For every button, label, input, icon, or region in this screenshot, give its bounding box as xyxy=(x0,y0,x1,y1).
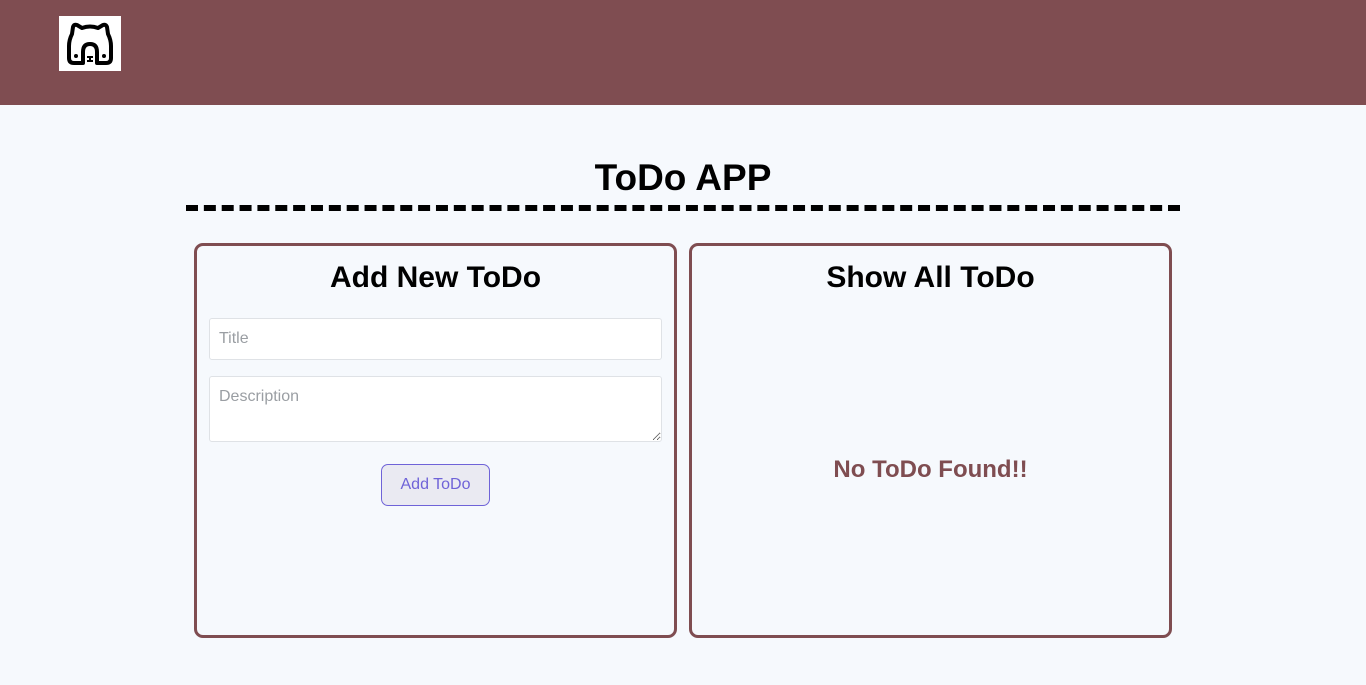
add-todo-panel: Add New ToDo Add ToDo xyxy=(194,243,677,638)
add-todo-heading: Add New ToDo xyxy=(329,261,542,294)
page-title: ToDo APP xyxy=(594,157,772,198)
show-todo-panel: Show All ToDo No ToDo Found!! xyxy=(689,243,1172,638)
title-divider xyxy=(186,205,1180,211)
navbar xyxy=(0,0,1366,105)
bear-face-logo-icon xyxy=(67,22,113,65)
add-todo-button[interactable]: Add ToDo xyxy=(381,464,490,506)
logo[interactable] xyxy=(59,16,121,71)
empty-todo-message: No ToDo Found!! xyxy=(833,456,1028,483)
show-todo-heading: Show All ToDo xyxy=(826,261,1035,294)
description-input[interactable] xyxy=(209,376,662,442)
title-input[interactable] xyxy=(209,318,662,360)
